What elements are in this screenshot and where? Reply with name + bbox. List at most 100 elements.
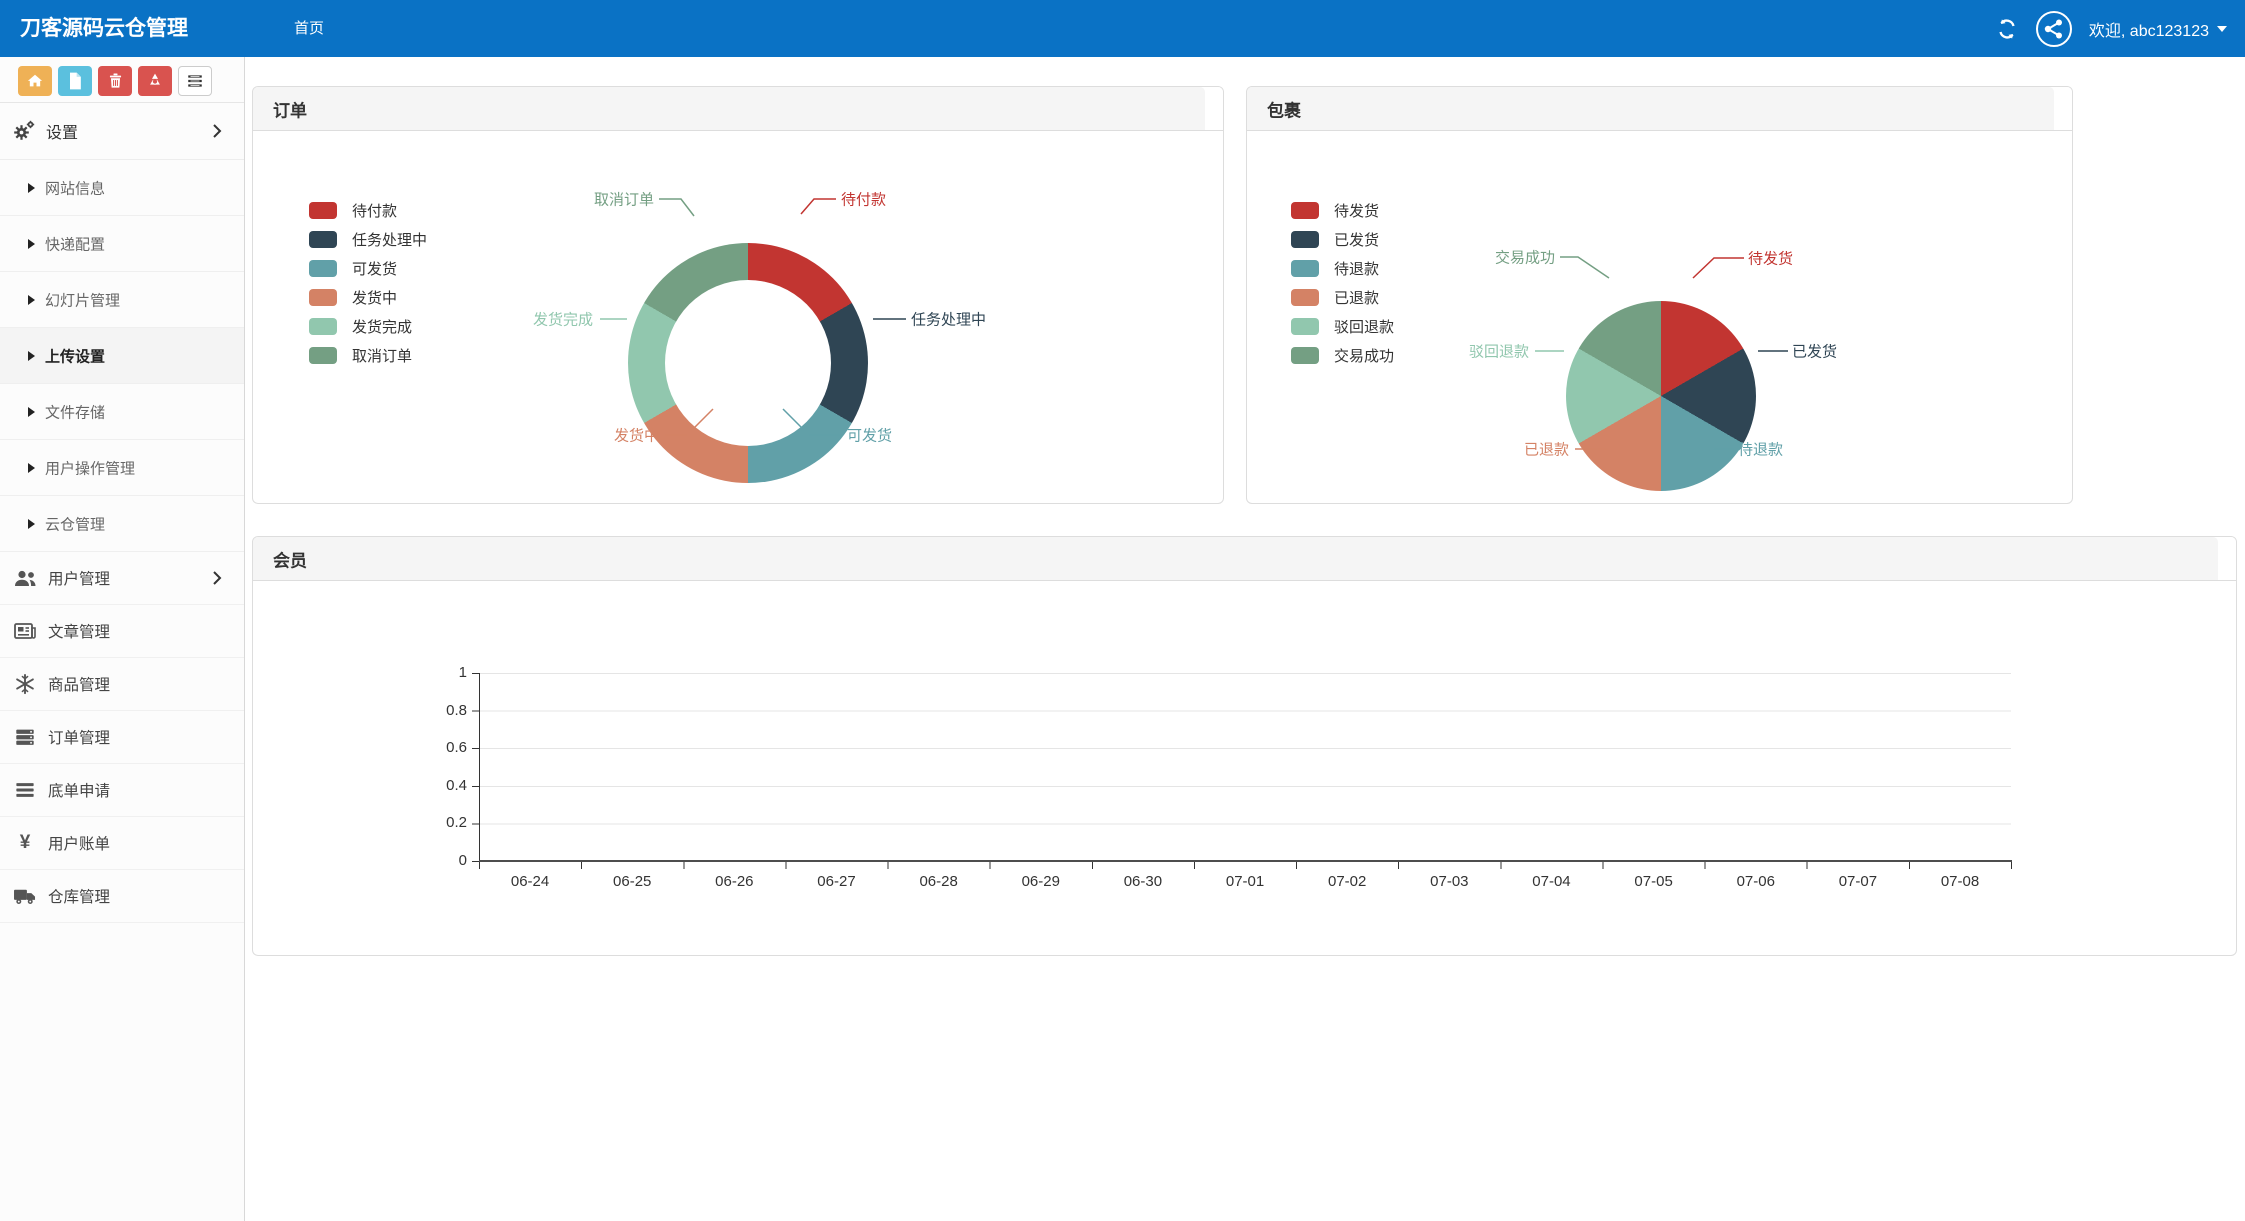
top-navbar: 刀客源码云仓管理 首页 欢迎, abc123123: [0, 0, 2245, 57]
nav-link-home[interactable]: 首页: [280, 0, 338, 57]
legend-swatch: [1291, 318, 1319, 335]
newspaper-icon: [12, 620, 38, 642]
legend-swatch: [1291, 347, 1319, 364]
trash-button[interactable]: [98, 66, 132, 96]
slice-label: 已发货: [1792, 341, 1837, 362]
sidebar-item-users[interactable]: 用户管理: [0, 552, 244, 605]
sidebar-subitem[interactable]: 云仓管理: [0, 496, 244, 552]
truck-icon: [12, 886, 38, 907]
legend-swatch: [1291, 260, 1319, 277]
packages-panel: 包裹 待发货 已发货 待退款: [1246, 86, 2073, 504]
trash-icon: [106, 71, 125, 91]
panel-title: 会员: [273, 546, 307, 571]
legend-swatch: [309, 260, 337, 277]
sidebar-item-settings[interactable]: 设置: [0, 103, 244, 160]
legend-item[interactable]: 待退款: [1291, 260, 1394, 277]
sidebar-item-orders[interactable]: 订单管理: [0, 711, 244, 764]
legend-item[interactable]: 任务处理中: [309, 231, 427, 248]
recycle-button[interactable]: [138, 66, 172, 96]
sidebar-item-articles[interactable]: 文章管理: [0, 605, 244, 658]
legend-label: 发货完成: [352, 316, 412, 337]
list-icon: [186, 72, 204, 90]
legend-item[interactable]: 待发货: [1291, 202, 1394, 219]
y-tick-label: 0.4: [446, 776, 467, 796]
packages-legend: 待发货 已发货 待退款 已退款: [1291, 202, 1394, 376]
sidebar-subitem[interactable]: 快递配置: [0, 216, 244, 272]
legend-item[interactable]: 可发货: [309, 260, 427, 277]
sidebar-item-products[interactable]: 商品管理: [0, 658, 244, 711]
orders-panel-header: 订单: [253, 87, 1223, 131]
caret-right-icon: [28, 407, 35, 417]
sidebar-toolbar: [0, 57, 244, 103]
sidebar-subitem[interactable]: 幻灯片管理: [0, 272, 244, 328]
legend-item[interactable]: 已退款: [1291, 289, 1394, 306]
orders-chart[interactable]: 待付款 任务处理中 可发货 发货中: [253, 131, 1223, 503]
legend-swatch: [309, 202, 337, 219]
server-icon: [12, 726, 38, 748]
caret-right-icon: [28, 239, 35, 249]
legend-item[interactable]: 驳回退款: [1291, 318, 1394, 335]
legend-swatch: [309, 289, 337, 306]
members-panel: 会员 10.80.60.40.20 06-2406-2506-2606-2706…: [252, 536, 2237, 956]
x-tick-label: 06-28: [888, 869, 990, 890]
sidebar-item-base-orders[interactable]: 底单申请: [0, 764, 244, 817]
sidebar-item-label: 订单管理: [48, 726, 110, 748]
sidebar-subitem-label: 文件存储: [45, 401, 105, 422]
sidebar-subitem-label: 幻灯片管理: [45, 289, 120, 310]
x-tick-label: 07-01: [1194, 869, 1296, 890]
legend-item[interactable]: 发货完成: [309, 318, 427, 335]
x-tick-label: 07-02: [1296, 869, 1398, 890]
caret-right-icon: [28, 519, 35, 529]
x-tick-label: 07-04: [1500, 869, 1602, 890]
home-button[interactable]: [18, 66, 52, 96]
legend-item[interactable]: 待付款: [309, 202, 427, 219]
sidebar-item-warehouse[interactable]: 仓库管理: [0, 870, 244, 923]
donut-hole: [665, 280, 831, 446]
sidebar-subitem[interactable]: 网站信息: [0, 160, 244, 216]
legend-label: 已发货: [1334, 229, 1379, 250]
legend-swatch: [1291, 231, 1319, 248]
sidebar-item-bills[interactable]: ¥ 用户账单: [0, 817, 244, 870]
user-menu[interactable]: 欢迎, abc123123: [2089, 17, 2227, 41]
members-chart[interactable]: 10.80.60.40.20 06-2406-2506-2606-2706-28…: [253, 581, 2236, 955]
x-tick-label: 06-24: [479, 869, 581, 890]
legend-item[interactable]: 发货中: [309, 289, 427, 306]
x-tick-label: 07-07: [1807, 869, 1909, 890]
chevron-right-icon: [212, 570, 222, 586]
sidebar-subitem[interactable]: 上传设置: [0, 328, 244, 384]
slice-label: 驳回退款: [1469, 341, 1529, 362]
file-icon: [66, 71, 84, 91]
legend-swatch: [309, 347, 337, 364]
x-tick-label: 06-25: [581, 869, 683, 890]
members-panel-header: 会员: [253, 537, 2236, 581]
y-tick-label: 0.8: [446, 701, 467, 721]
packages-chart[interactable]: 待发货 已发货 待退款 已退款: [1247, 131, 2072, 503]
brand-title[interactable]: 刀客源码云仓管理: [20, 0, 188, 57]
list-view-button[interactable]: [178, 66, 212, 96]
orders-panel: 订单 待付款 任务处理中 可发货: [252, 86, 1224, 504]
y-axis-labels: 10.80.60.40.20: [383, 663, 467, 871]
legend-label: 交易成功: [1334, 345, 1394, 366]
legend-item[interactable]: 交易成功: [1291, 347, 1394, 364]
slice-label: 待付款: [841, 189, 886, 210]
slice-label: 已退款: [1524, 439, 1569, 460]
align-justify-icon: [12, 780, 38, 800]
caret-down-icon: [2217, 26, 2227, 32]
sidebar-subitem-label: 网站信息: [45, 177, 105, 198]
recycle-icon: [145, 71, 165, 91]
x-tick-label: 07-06: [1705, 869, 1807, 890]
x-tick-label: 07-05: [1603, 869, 1705, 890]
slice-label: 待发货: [1748, 248, 1793, 269]
file-button[interactable]: [58, 66, 92, 96]
avatar-share-icon[interactable]: [2035, 10, 2073, 48]
legend-label: 已退款: [1334, 287, 1379, 308]
packages-pie-chart[interactable]: [1566, 301, 1756, 491]
refresh-icon[interactable]: [1995, 17, 2019, 41]
sidebar-subitem[interactable]: 文件存储: [0, 384, 244, 440]
legend-item[interactable]: 取消订单: [309, 347, 427, 364]
snowflake-icon: [12, 673, 38, 696]
y-axis-line: [479, 673, 480, 863]
legend-item[interactable]: 已发货: [1291, 231, 1394, 248]
sidebar-subitem[interactable]: 用户操作管理: [0, 440, 244, 496]
y-tick-label: 0: [459, 851, 467, 871]
